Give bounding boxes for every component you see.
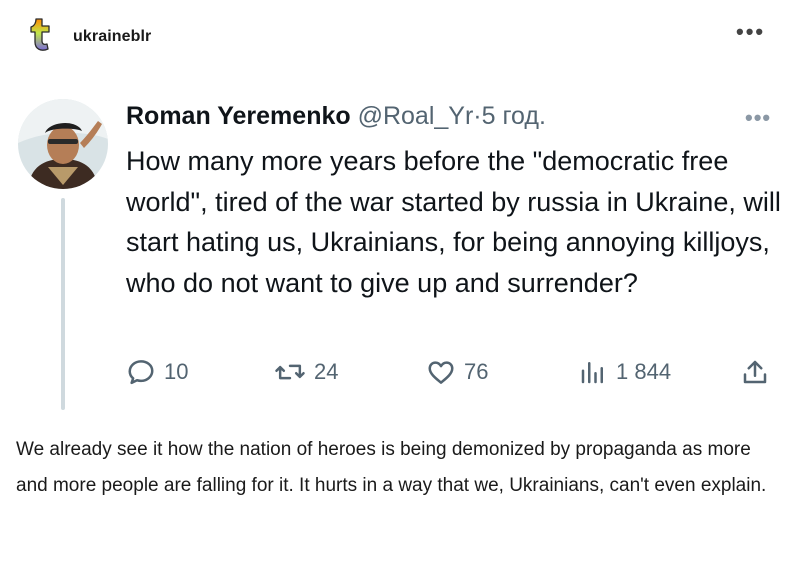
tweet-more-button[interactable]: ••• (745, 105, 771, 131)
reply-icon (128, 360, 154, 385)
share-button[interactable] (740, 354, 770, 390)
post-menu-button[interactable]: ••• (736, 21, 776, 43)
tumblr-logo-icon[interactable] (28, 17, 54, 51)
heart-icon (428, 361, 454, 384)
views-count: 1 844 (616, 359, 672, 384)
blog-name[interactable]: ukraineblr (73, 28, 151, 46)
avatar (18, 99, 108, 189)
reply-button[interactable]: 10 (126, 354, 188, 390)
share-icon (743, 360, 767, 384)
embedded-tweet: Roman Yeremenko @Roal_Yr·5 год. ••• How … (0, 85, 800, 415)
repost-count: 24 (314, 359, 339, 384)
tweet-text: How many more years before the "democrat… (126, 146, 781, 298)
repost-button[interactable]: 24 (274, 354, 338, 390)
author-name[interactable]: Roman Yeremenko (126, 102, 351, 130)
reply-count: 10 (164, 359, 189, 384)
like-button[interactable]: 76 (426, 354, 488, 390)
thread-line (61, 198, 65, 410)
tweet-header: Roman Yeremenko @Roal_Yr·5 год. (126, 101, 546, 131)
separator: · (473, 102, 482, 130)
tweet-actions: 10 24 76 1 844 (126, 354, 786, 390)
repost-icon (275, 364, 305, 380)
author-handle[interactable]: @Roal_Yr (358, 102, 474, 130)
tweet-time[interactable]: 5 год. (482, 102, 546, 130)
post-body-text: We already see it how the nation of hero… (16, 439, 767, 496)
views-icon (581, 362, 603, 384)
like-count: 76 (464, 359, 489, 384)
views-button[interactable]: 1 844 (578, 354, 671, 390)
post-header: ukraineblr ••• (0, 0, 800, 70)
